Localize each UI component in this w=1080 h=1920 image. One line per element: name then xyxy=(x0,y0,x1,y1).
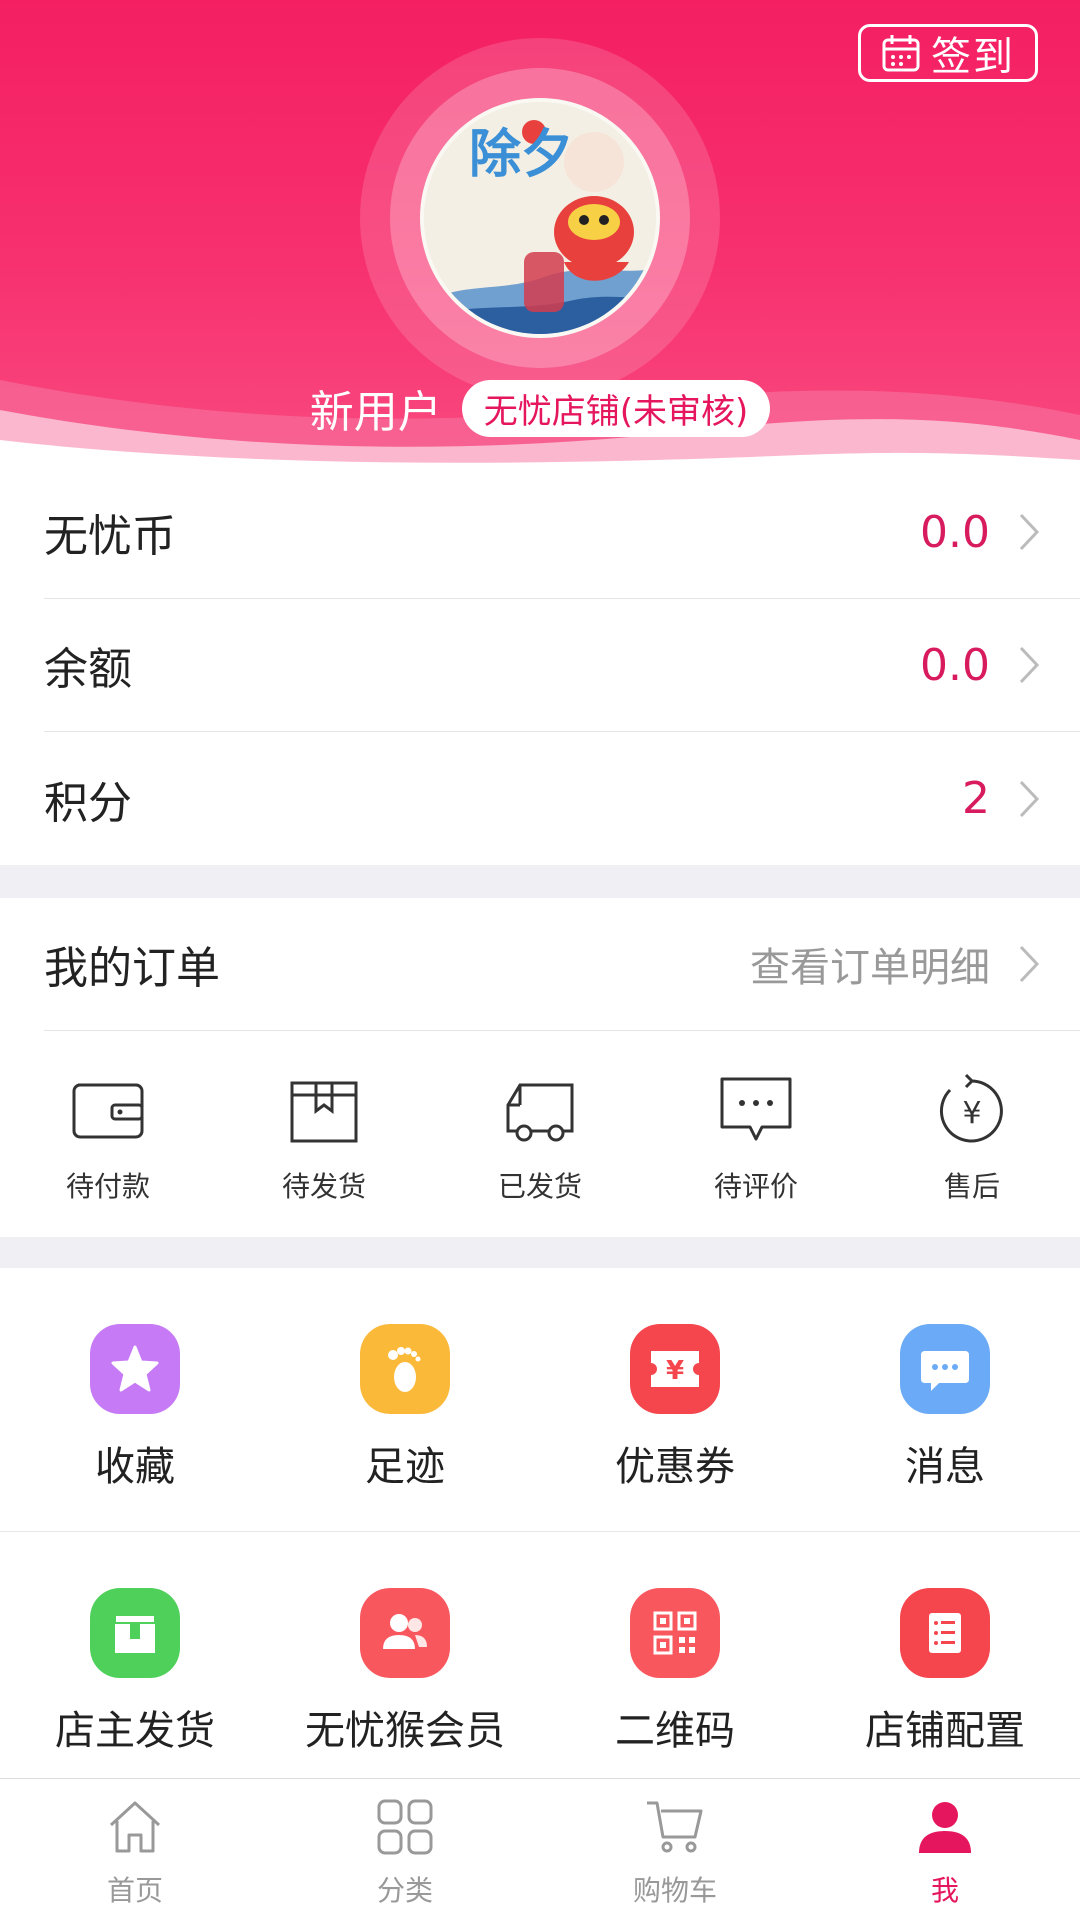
tab-label: 购物车 xyxy=(632,1874,717,1907)
my-orders-row[interactable]: 我的订单 查看订单明细 xyxy=(44,898,1080,1031)
qrcode-icon xyxy=(630,1588,720,1678)
tool-label: 足迹 xyxy=(365,1444,445,1490)
tab-label: 分类 xyxy=(376,1874,433,1907)
order-item-label: 待付款 xyxy=(65,1170,150,1203)
order-item-label: 待发货 xyxy=(281,1170,366,1203)
bottom-tab-bar: 首页 分类 购物车 我 xyxy=(0,1778,1080,1920)
tab-home[interactable]: 首页 xyxy=(0,1779,270,1920)
svg-text:¥: ¥ xyxy=(666,1356,684,1386)
qrcode-button[interactable]: 二维码 xyxy=(540,1532,810,1796)
favorites-button[interactable]: 收藏 xyxy=(0,1268,270,1531)
account-label: 积分 xyxy=(44,777,132,829)
tool-label: 消息 xyxy=(905,1444,985,1490)
tool-label: 店铺配置 xyxy=(865,1708,1025,1754)
checkin-button[interactable]: 签到 xyxy=(858,24,1038,82)
orders-panel: 我的订单 查看订单明细 待付款 待发货 已发货 待评价 ¥ 售后 xyxy=(0,898,1080,1237)
coupons-button[interactable]: ¥ 优惠券 xyxy=(540,1268,810,1531)
user-info-row: 新用户 无忧店铺(未审核) xyxy=(0,378,1080,438)
order-item-label: 待评价 xyxy=(713,1170,798,1203)
order-pending-payment[interactable]: 待付款 xyxy=(0,1031,216,1237)
tools-row-2: 店主发货 无忧猴会员 二维码 店铺配置 xyxy=(0,1532,1080,1796)
footprint-icon xyxy=(360,1324,450,1414)
tab-me[interactable]: 我 xyxy=(810,1779,1080,1920)
avatar[interactable]: 除夕 xyxy=(420,98,660,338)
tool-label: 收藏 xyxy=(95,1444,175,1490)
coupon-icon: ¥ xyxy=(630,1324,720,1414)
calendar-icon xyxy=(882,35,920,72)
category-icon xyxy=(377,1799,433,1855)
tool-label: 优惠券 xyxy=(615,1444,735,1490)
tools-panel: 收藏 足迹 ¥ 优惠券 消息 店主发货 无忧猴会员 二维码 店铺配置 xyxy=(0,1268,1080,1796)
tool-label: 店主发货 xyxy=(55,1708,215,1754)
order-shipped[interactable]: 已发货 xyxy=(432,1031,648,1237)
avatar-title-text: 除夕 xyxy=(469,124,573,185)
tool-label: 二维码 xyxy=(615,1708,735,1754)
orders-detail-link[interactable]: 查看订单明细 xyxy=(750,935,990,993)
ship-icon xyxy=(90,1588,180,1678)
footprints-button[interactable]: 足迹 xyxy=(270,1268,540,1531)
members-button[interactable]: 无忧猴会员 xyxy=(270,1532,540,1796)
order-item-label: 已发货 xyxy=(497,1170,582,1203)
order-status-bar: 待付款 待发货 已发货 待评价 ¥ 售后 xyxy=(0,1031,1080,1237)
order-pending-shipment[interactable]: 待发货 xyxy=(216,1031,432,1237)
wallet-icon xyxy=(72,1083,144,1139)
checkin-label: 签到 xyxy=(931,34,1015,80)
shop-status-badge[interactable]: 无忧店铺(未审核) xyxy=(461,379,771,437)
chevron-right-icon xyxy=(1019,945,1040,983)
cart-icon xyxy=(647,1801,703,1853)
account-label: 余额 xyxy=(44,644,132,695)
chevron-right-icon xyxy=(1019,780,1040,817)
username: 新用户 xyxy=(309,387,442,438)
owner-ship-button[interactable]: 店主发货 xyxy=(0,1532,270,1796)
shop-settings-button[interactable]: 店铺配置 xyxy=(810,1532,1080,1796)
members-icon xyxy=(360,1588,450,1678)
star-icon xyxy=(90,1324,180,1414)
chevron-right-icon xyxy=(1019,513,1040,551)
order-pending-review[interactable]: 待评价 xyxy=(648,1031,864,1237)
order-after-sales[interactable]: ¥ 售后 xyxy=(864,1031,1080,1237)
refund-icon: ¥ xyxy=(939,1073,1003,1143)
tab-cart[interactable]: 购物车 xyxy=(540,1779,810,1920)
account-row-points[interactable]: 积分 2 xyxy=(44,732,1080,865)
user-icon xyxy=(919,1802,971,1853)
list-icon xyxy=(900,1588,990,1678)
tab-label: 我 xyxy=(930,1874,959,1907)
avatar-image: 除夕 xyxy=(424,102,656,334)
home-icon xyxy=(109,1801,161,1853)
truck-icon xyxy=(506,1083,574,1142)
tab-category[interactable]: 分类 xyxy=(270,1779,540,1920)
order-item-label: 售后 xyxy=(943,1170,1000,1203)
profile-header: 签到 除夕 新用户 无忧店铺(未审核) xyxy=(0,0,1080,466)
message-icon xyxy=(900,1324,990,1414)
orders-title: 我的订单 xyxy=(44,943,220,994)
account-label: 无忧币 xyxy=(44,511,176,562)
tool-label: 无忧猴会员 xyxy=(305,1708,505,1754)
chevron-right-icon xyxy=(1019,646,1040,684)
svg-text:¥: ¥ xyxy=(962,1096,981,1131)
account-value: 0.0 xyxy=(920,506,990,558)
messages-button[interactable]: 消息 xyxy=(810,1268,1080,1531)
account-row-balance[interactable]: 余额 0.0 xyxy=(44,599,1080,732)
comment-icon xyxy=(720,1077,792,1141)
account-value: 0.0 xyxy=(920,639,990,691)
tab-label: 首页 xyxy=(106,1874,163,1907)
account-panel: 无忧币 0.0 余额 0.0 积分 2 xyxy=(0,466,1080,865)
account-value: 2 xyxy=(962,773,990,824)
account-row-coins[interactable]: 无忧币 0.0 xyxy=(44,466,1080,599)
tools-row-1: 收藏 足迹 ¥ 优惠券 消息 xyxy=(0,1268,1080,1532)
box-icon xyxy=(290,1081,358,1143)
